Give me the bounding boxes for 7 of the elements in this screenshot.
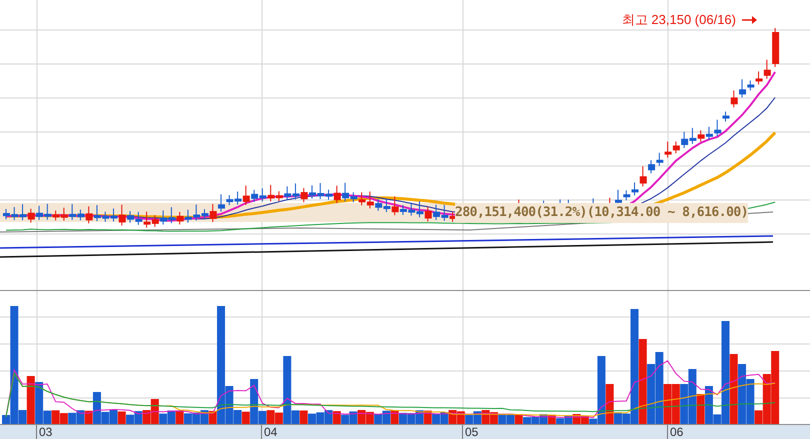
x-axis-label: 05 [462, 425, 478, 439]
x-axis-label: 03 [36, 425, 52, 439]
high-price-label: 최고 23,150 (06/16) [622, 11, 736, 29]
x-axis-label: 04 [261, 425, 278, 439]
price-range-label: 280,151,400(31.2%)(10,314.00 ~ 8,616.00) [455, 203, 748, 222]
arrow-icon [742, 14, 758, 25]
x-axis-label: 06 [667, 425, 684, 439]
